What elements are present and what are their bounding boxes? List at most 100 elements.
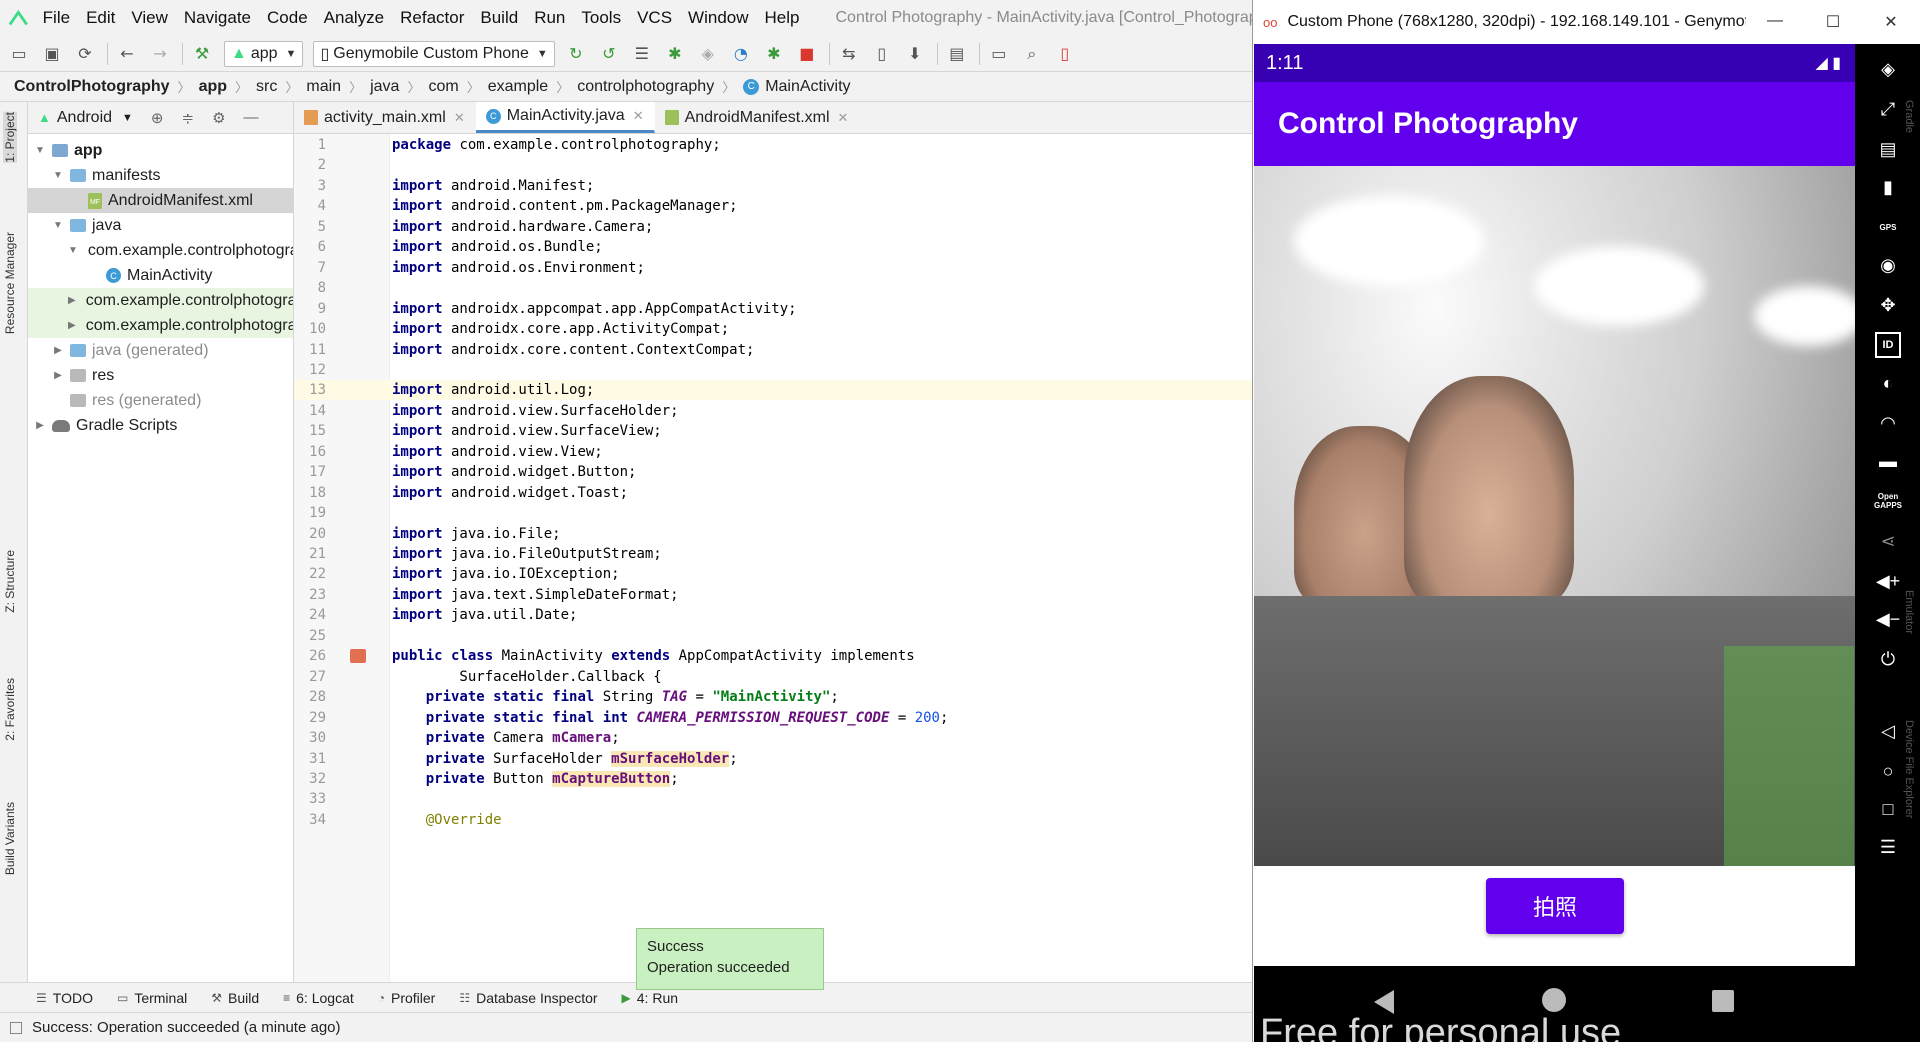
- rotate-icon[interactable]: ◈: [1875, 56, 1901, 82]
- terminal-tab[interactable]: ▭ Terminal: [117, 990, 187, 1006]
- webcam-icon[interactable]: ◉: [1875, 252, 1901, 278]
- code-line[interactable]: 27 SurfaceHolder.Callback {: [294, 667, 1252, 687]
- chevron-right-icon[interactable]: ▶: [68, 295, 76, 306]
- chevron-down-icon[interactable]: ▼: [50, 220, 66, 231]
- gps-icon[interactable]: GPS: [1875, 214, 1901, 240]
- menu-edit[interactable]: Edit: [86, 8, 115, 28]
- tree-item-mainactivity[interactable]: C MainActivity: [28, 263, 293, 288]
- hammer-build-icon[interactable]: ⚒: [191, 43, 213, 65]
- code-line[interactable]: 8: [294, 278, 1252, 298]
- device-select[interactable]: ▯ Genymobile Custom Phone ▼: [313, 40, 555, 67]
- volume-down-icon[interactable]: ◀−: [1875, 606, 1901, 632]
- tree-item-java-generated[interactable]: ▶ java (generated): [28, 338, 293, 363]
- code-line[interactable]: 13 import android.util.Log;: [294, 380, 1252, 401]
- code-line[interactable]: 25: [294, 626, 1252, 646]
- share-icon[interactable]: ⋖: [1875, 528, 1901, 554]
- open-gapps-icon[interactable]: Open GAPPS: [1874, 488, 1902, 514]
- code-line[interactable]: 19: [294, 503, 1252, 523]
- sms-icon[interactable]: ▬: [1875, 448, 1901, 474]
- code-line[interactable]: 1 package com.example.controlphotography;: [294, 135, 1252, 155]
- menu-build[interactable]: Build: [480, 8, 518, 28]
- code-line[interactable]: 30 private Camera mCamera;: [294, 728, 1252, 748]
- maximize-window-button[interactable]: ☐: [1804, 12, 1862, 32]
- run-coverage-icon[interactable]: ◈: [697, 43, 719, 65]
- code-line[interactable]: 14 import android.view.SurfaceHolder;: [294, 401, 1252, 421]
- tab-androidmanifest-xml[interactable]: AndroidManifest.xml ✕: [655, 102, 860, 133]
- menu-file[interactable]: File: [43, 8, 70, 28]
- breadcrumb-item[interactable]: example: [488, 78, 548, 96]
- tree-item-manifests[interactable]: ▼ manifests: [28, 163, 293, 188]
- sync-gradle-icon[interactable]: ⇆: [838, 43, 860, 65]
- gradle-side-tab[interactable]: Gradle: [1903, 100, 1915, 133]
- run-config-select[interactable]: ▲ app ▼: [224, 40, 304, 67]
- code-line[interactable]: 10 import androidx.core.app.ActivityCompa…: [294, 319, 1252, 339]
- avd-manager-icon[interactable]: ▯: [871, 43, 893, 65]
- chevron-down-icon[interactable]: ▼: [68, 245, 78, 256]
- battery-icon[interactable]: ▮: [1875, 174, 1901, 200]
- code-line[interactable]: 2: [294, 155, 1252, 175]
- resource-manager-tool-tab[interactable]: Resource Manager: [3, 232, 17, 334]
- tree-item-package-androidtest[interactable]: ▶ com.example.controlphotography (androi…: [28, 288, 293, 313]
- code-line[interactable]: 6 import android.os.Bundle;: [294, 237, 1252, 257]
- code-line[interactable]: 21 import java.io.FileOutputStream;: [294, 544, 1252, 564]
- breadcrumb-item[interactable]: java: [370, 78, 399, 96]
- chevron-right-icon[interactable]: ▶: [68, 320, 76, 331]
- forward-arrow-icon[interactable]: →: [149, 43, 171, 65]
- tree-item-gradle-scripts[interactable]: ▶ Gradle Scripts: [28, 413, 293, 438]
- save-icon[interactable]: ▣: [41, 43, 63, 65]
- breadcrumb-item[interactable]: app: [199, 78, 227, 96]
- menu-vcs[interactable]: VCS: [637, 8, 672, 28]
- chevron-right-icon[interactable]: ▶: [32, 420, 48, 431]
- code-line[interactable]: 24 import java.util.Date;: [294, 605, 1252, 625]
- breadcrumb-item[interactable]: ControlPhotography: [14, 78, 170, 96]
- menu-code[interactable]: Code: [267, 8, 308, 28]
- project-tool-tab[interactable]: 1: Project: [3, 112, 17, 163]
- power-icon[interactable]: ⏻: [1875, 646, 1901, 672]
- run-tab[interactable]: ▶ 4: Run: [622, 990, 678, 1006]
- menu-icon[interactable]: ☰: [1875, 834, 1901, 860]
- breadcrumb-item[interactable]: MainActivity: [765, 78, 850, 96]
- terminal-icon[interactable]: ▭: [988, 43, 1010, 65]
- chevron-down-icon[interactable]: ▼: [122, 112, 133, 124]
- code-line[interactable]: 20 import java.io.File;: [294, 524, 1252, 544]
- database-inspector-tab[interactable]: ☷ Database Inspector: [459, 990, 597, 1006]
- code-line[interactable]: 17 import android.widget.Button;: [294, 462, 1252, 482]
- success-notification[interactable]: Success Operation succeeded: [636, 928, 824, 990]
- favorites-tool-tab[interactable]: 2: Favorites: [3, 678, 17, 741]
- nav-back-icon[interactable]: [1374, 990, 1394, 1014]
- breadcrumb-item[interactable]: src: [256, 78, 277, 96]
- debug-bug-icon[interactable]: ✱: [664, 43, 686, 65]
- tab-activity-main-xml[interactable]: activity_main.xml ✕: [294, 102, 476, 133]
- close-icon[interactable]: ✕: [633, 108, 644, 124]
- profiler-tab[interactable]: ◔ Profiler: [378, 990, 436, 1006]
- code-line[interactable]: 16 import android.view.View;: [294, 442, 1252, 462]
- rss-icon[interactable]: ◠: [1875, 410, 1901, 436]
- emulator-side-tab[interactable]: Emulator: [1903, 590, 1915, 634]
- structure-tool-tab[interactable]: Z: Structure: [3, 550, 17, 613]
- breadcrumb-item[interactable]: controlphotography: [577, 78, 714, 96]
- stop-icon[interactable]: ■: [796, 43, 818, 65]
- minimize-icon[interactable]: —: [244, 109, 259, 126]
- close-window-button[interactable]: ✕: [1862, 12, 1920, 32]
- home-icon[interactable]: ○: [1875, 758, 1901, 784]
- tree-item-androidmanifest[interactable]: MF AndroidManifest.xml: [28, 188, 293, 213]
- profile-icon[interactable]: ◔: [730, 43, 752, 65]
- todo-tab[interactable]: ☰ TODO: [36, 990, 93, 1006]
- gear-icon[interactable]: ⚙: [212, 109, 225, 127]
- code-line[interactable]: 31 private SurfaceHolder mSurfaceHolder;: [294, 749, 1252, 769]
- code-line[interactable]: 15 import android.view.SurfaceView;: [294, 421, 1252, 441]
- code-line[interactable]: 3 import android.Manifest;: [294, 176, 1252, 196]
- code-line[interactable]: 7 import android.os.Environment;: [294, 258, 1252, 278]
- apply-changes-icon[interactable]: ↻: [565, 43, 587, 65]
- capture-photo-button[interactable]: 拍照: [1486, 878, 1624, 934]
- clapperboard-icon[interactable]: ▤: [1875, 136, 1901, 162]
- project-structure-icon[interactable]: ▤: [946, 43, 968, 65]
- recents-icon[interactable]: □: [1875, 796, 1901, 822]
- tab-mainactivity-java[interactable]: C MainActivity.java ✕: [475, 102, 655, 133]
- chevron-right-icon[interactable]: ▶: [50, 370, 66, 381]
- build-variants-tool-tab[interactable]: Build Variants: [3, 802, 17, 875]
- sync-icon[interactable]: ⟳: [74, 43, 96, 65]
- move-icon[interactable]: ✥: [1875, 292, 1901, 318]
- tree-item-package-test[interactable]: ▶ com.example.controlphotography (test): [28, 313, 293, 338]
- tree-item-java[interactable]: ▼ java: [28, 213, 293, 238]
